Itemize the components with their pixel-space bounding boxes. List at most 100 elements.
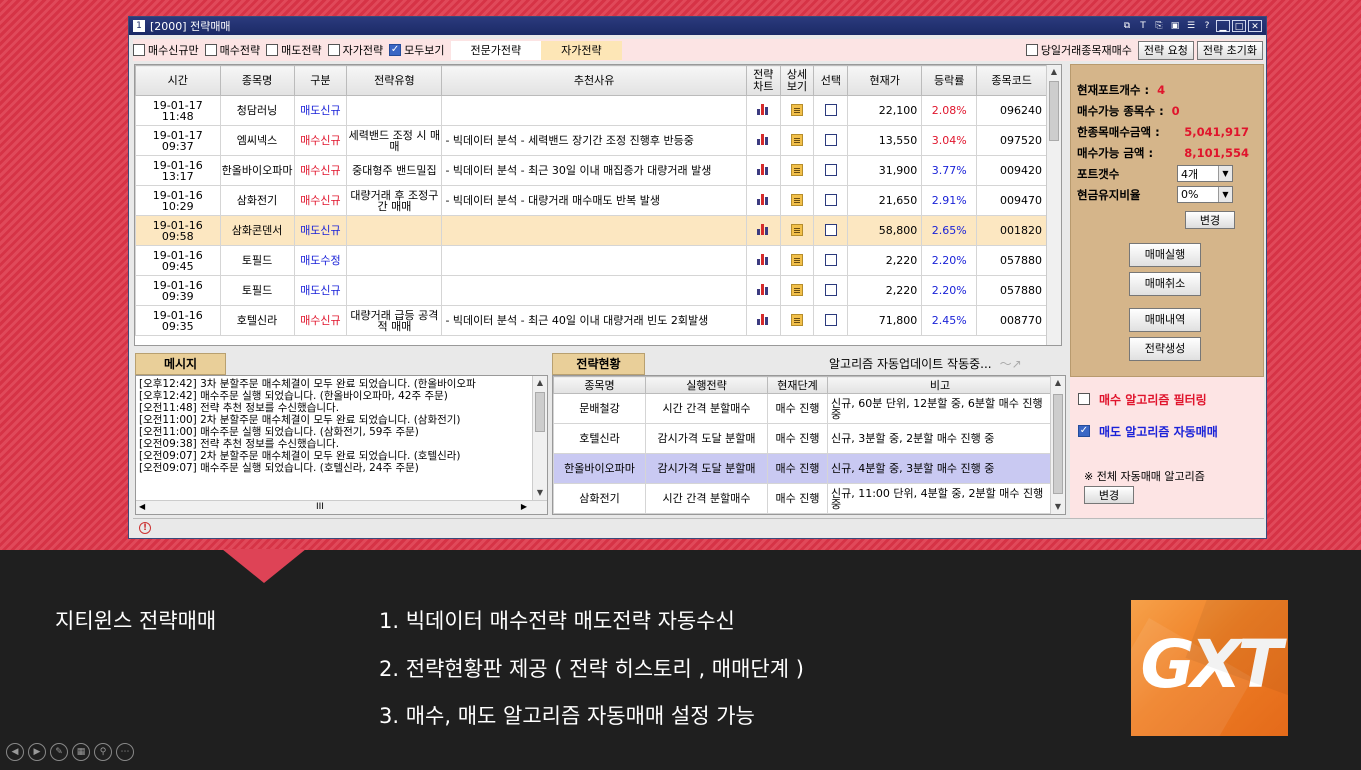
- checkbox-icon[interactable]: [824, 223, 837, 236]
- bar-chart-icon[interactable]: [757, 314, 769, 325]
- status-col-note[interactable]: 비고: [827, 376, 1053, 394]
- today-rebuy-check[interactable]: 당일거래종목재매수: [1025, 42, 1132, 58]
- row-chart[interactable]: [745, 125, 781, 156]
- row-chart[interactable]: [745, 305, 781, 336]
- row-detail[interactable]: [779, 245, 815, 276]
- row-chart[interactable]: [745, 245, 781, 276]
- status-col-name[interactable]: 종목명: [553, 376, 646, 394]
- chevron-down-icon[interactable]: ▼: [1218, 187, 1232, 202]
- bar-chart-icon[interactable]: [757, 284, 769, 295]
- col-type[interactable]: 구분: [293, 65, 348, 96]
- row-select[interactable]: [813, 215, 849, 246]
- col-reason[interactable]: 추천사유: [441, 65, 747, 96]
- checkbox-icon[interactable]: [824, 253, 837, 266]
- close-icon[interactable]: ✕: [1248, 20, 1262, 32]
- trade-cancel-button[interactable]: 매매취소: [1129, 272, 1201, 296]
- scroll-up-icon[interactable]: ▲: [1047, 65, 1061, 79]
- buy-algo-filter-check[interactable]: 매수 알고리즘 필터링: [1078, 384, 1256, 414]
- checkbox-icon[interactable]: [327, 44, 340, 56]
- checkbox-icon[interactable]: [204, 44, 217, 56]
- checkbox-icon[interactable]: [824, 283, 837, 296]
- row-select[interactable]: [813, 95, 849, 126]
- col-code[interactable]: 종목코드: [976, 65, 1047, 96]
- memo-icon[interactable]: [791, 193, 804, 206]
- sell-algo-auto-check[interactable]: ✓ 매도 알고리즘 자동매매: [1078, 416, 1256, 446]
- row-chart[interactable]: [745, 95, 781, 126]
- checkbox-icon[interactable]: [824, 163, 837, 176]
- alert-icon[interactable]: !: [139, 522, 151, 534]
- memo-icon[interactable]: [791, 103, 804, 116]
- row-select[interactable]: [813, 185, 849, 216]
- settings-change-button[interactable]: 변경: [1185, 211, 1235, 229]
- memo-icon[interactable]: [791, 313, 804, 326]
- filter-show-all[interactable]: ✓ 모두보기: [389, 42, 445, 58]
- strategy-reset-button[interactable]: 전략 초기화: [1196, 40, 1263, 60]
- table-row[interactable]: 19-01-16 10:29 삼화전기 매수신규 대량거래 후 조정구간 매매 - 빅데이…: [135, 185, 1047, 216]
- minimize-icon[interactable]: ▁: [1216, 20, 1230, 32]
- memo-icon[interactable]: [791, 253, 804, 266]
- trade-history-button[interactable]: 매매내역: [1129, 308, 1201, 332]
- checkbox-checked-icon[interactable]: ✓: [389, 44, 402, 56]
- table-row[interactable]: 19-01-17 09:37 엠씨넥스 매수신규 세력밴드 조정 시 매매 - 빅데이터 …: [135, 125, 1047, 156]
- row-chart[interactable]: [745, 275, 781, 306]
- col-select[interactable]: 선택: [813, 65, 849, 96]
- table-row[interactable]: 19-01-16 09:35 호텔신라 매수신규 대량거래 급등 공격적 매매 - 빅데이…: [135, 305, 1047, 336]
- row-chart[interactable]: [745, 215, 781, 246]
- scroll-down-icon[interactable]: ▼: [1051, 500, 1065, 514]
- strategy-status-tab[interactable]: 전략현황: [552, 353, 645, 375]
- status-col-strategy[interactable]: 실행전략: [645, 376, 768, 394]
- bar-chart-icon[interactable]: [757, 224, 769, 235]
- checkbox-icon[interactable]: [1025, 44, 1038, 56]
- table-row[interactable]: 19-01-16 09:45 토필드 매도수정 2,220 2.20% 057880: [135, 245, 1047, 276]
- cash-ratio-select[interactable]: 0% ▼: [1177, 186, 1233, 203]
- text-icon[interactable]: T: [1136, 20, 1150, 32]
- table-row[interactable]: 한올바이오파마 감시가격 도달 분할매 매수 진행 신규, 4분할 중, 3분할 매수…: [553, 453, 1053, 484]
- checkbox-icon[interactable]: [133, 44, 145, 56]
- table-row[interactable]: 19-01-16 09:58 삼화콘덴서 매도신규 58,800 2.65% 001820: [135, 215, 1047, 246]
- status-col-stage[interactable]: 현재단계: [767, 376, 828, 394]
- table-row[interactable]: 문배철강 시간 간격 분할매수 매수 진행 신규, 60분 단위, 12분할 중, 6…: [553, 393, 1053, 424]
- bar-chart-icon[interactable]: [757, 134, 769, 145]
- row-select[interactable]: [813, 245, 849, 276]
- message-hscrollbar[interactable]: ◀ III ▶: [136, 500, 547, 514]
- checkbox-icon[interactable]: [824, 103, 837, 116]
- bar-chart-icon[interactable]: [757, 194, 769, 205]
- bar-chart-icon[interactable]: [757, 104, 769, 115]
- memo-icon[interactable]: [791, 283, 804, 296]
- filter-sell-strategy[interactable]: 매도전략: [266, 42, 322, 58]
- algo-change-button[interactable]: 변경: [1084, 486, 1134, 504]
- memo-icon[interactable]: [791, 133, 804, 146]
- filter-self-strategy[interactable]: 자가전략: [327, 42, 383, 58]
- checkbox-icon[interactable]: [824, 193, 837, 206]
- bar-chart-icon[interactable]: [757, 164, 769, 175]
- scroll-down-icon[interactable]: ▼: [533, 486, 547, 500]
- row-detail[interactable]: [779, 185, 815, 216]
- copy-icon[interactable]: ⎘: [1152, 20, 1166, 32]
- strategy-request-button[interactable]: 전략 요청: [1137, 40, 1194, 60]
- col-detail[interactable]: 상세 보기: [779, 65, 815, 96]
- row-chart[interactable]: [745, 155, 781, 186]
- window-icon[interactable]: ▣: [1168, 20, 1182, 32]
- table-row[interactable]: 19-01-16 09:39 토필드 매도신규 2,220 2.20% 057880: [135, 275, 1047, 306]
- col-name[interactable]: 종목명: [219, 65, 295, 96]
- list-icon[interactable]: ☰: [1184, 20, 1198, 32]
- grid-scrollbar[interactable]: ▲: [1046, 65, 1061, 345]
- message-tab[interactable]: 메시지: [135, 353, 226, 375]
- row-select[interactable]: [813, 305, 849, 336]
- table-row[interactable]: 호텔신라 감시가격 도달 분할매 매수 진행 신규, 3분할 중, 2분할 매수 진행…: [553, 423, 1053, 454]
- row-detail[interactable]: [779, 275, 815, 306]
- scroll-up-icon[interactable]: ▲: [533, 376, 547, 390]
- row-detail[interactable]: [779, 305, 815, 336]
- more-icon[interactable]: ⋯: [116, 743, 134, 761]
- col-rate[interactable]: 등락률: [921, 65, 978, 96]
- col-chart[interactable]: 전략 차트: [745, 65, 781, 96]
- checkbox-icon[interactable]: [824, 313, 837, 326]
- message-scrollbar[interactable]: ▲ ▼: [532, 376, 547, 500]
- scroll-thumb[interactable]: [1053, 394, 1063, 494]
- zoom-icon[interactable]: ⚲: [94, 743, 112, 761]
- table-row[interactable]: 19-01-16 13:17 한올바이오파마 매수신규 중대형주 밴드밀집 - 빅데이터 …: [135, 155, 1047, 186]
- row-select[interactable]: [813, 125, 849, 156]
- pen-icon[interactable]: ✎: [50, 743, 68, 761]
- filter-buy-new-only[interactable]: 매수신규만: [133, 42, 199, 58]
- prev-slide-icon[interactable]: ◀: [6, 743, 24, 761]
